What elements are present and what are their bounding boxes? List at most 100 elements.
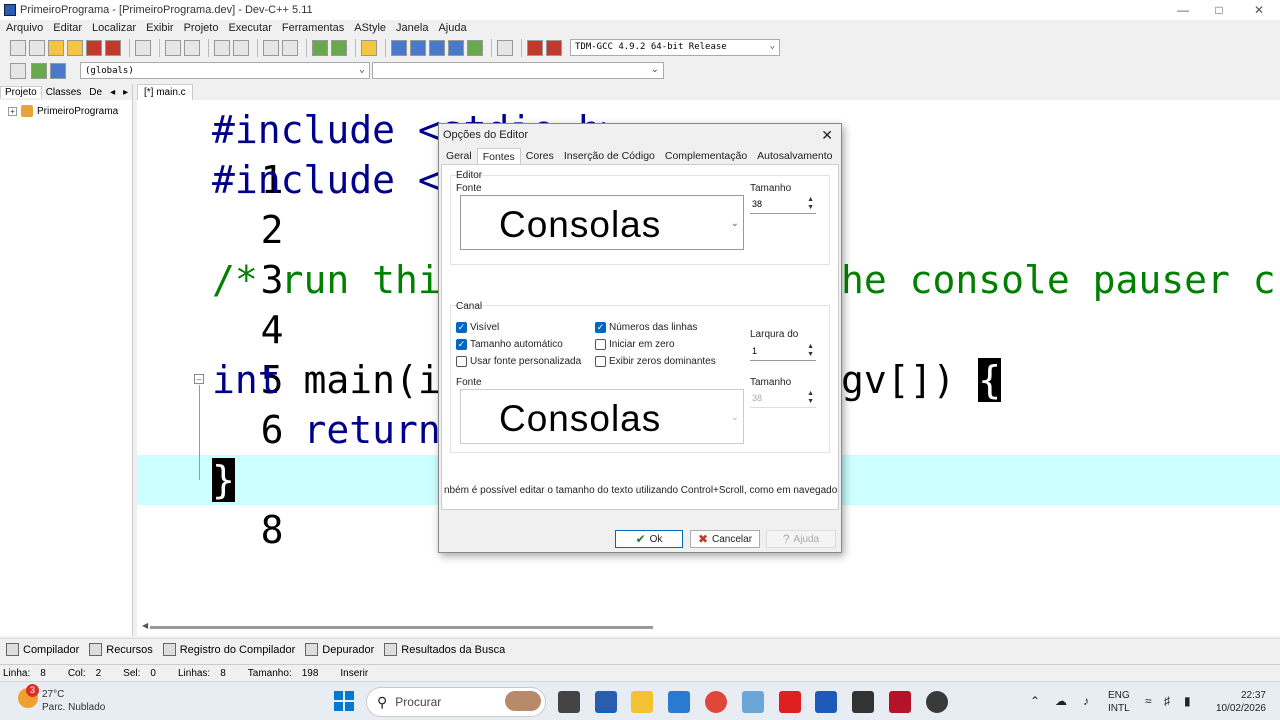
close-file-icon[interactable] [86,40,102,56]
language-indicator[interactable]: ENG INTL [1108,689,1130,715]
tab-fontes[interactable]: Fontes [476,148,521,164]
devcpp-taskbar-icon[interactable] [595,691,617,713]
close-icon[interactable]: ✕ [821,127,833,144]
tab-autosalvamento[interactable]: Autosalvamento [752,148,837,164]
volume-icon[interactable]: ♯ [1164,694,1170,708]
weather-widget[interactable]: 3 27°C Parc. Nublado [18,684,105,714]
run-icon[interactable] [410,40,426,56]
font-size-spinner[interactable]: 38 ▲ ▼ [750,196,816,214]
tab-insercao-codigo[interactable]: Inserção de Código [559,148,660,164]
unindent-icon[interactable] [282,40,298,56]
gutter-width-spinner[interactable]: 1 ▲ ▼ [750,343,816,361]
redo-icon[interactable] [184,40,200,56]
spinner-arrows-icon[interactable]: ▲ ▼ [807,196,814,212]
battery-icon[interactable]: ▮ [1184,694,1191,708]
check-syntax-icon[interactable] [467,40,483,56]
expand-icon[interactable]: + [8,106,17,116]
tab-registro-compilador[interactable]: Registro do Compilador [162,643,295,656]
chevron-up-icon[interactable]: ⌃ [1030,694,1040,708]
save-icon[interactable] [48,40,64,56]
tab-depurador[interactable]: Depurador [305,643,374,656]
rebuild-icon[interactable] [448,40,464,56]
stop-icon[interactable] [497,40,513,56]
word-icon[interactable] [815,691,837,713]
close-all-icon[interactable] [105,40,121,56]
goto-line-icon[interactable] [331,40,347,56]
menu-ajuda[interactable]: Ajuda [438,22,466,34]
tab-compilador[interactable]: Compilador [6,643,79,656]
tab-cores[interactable]: Cores [521,148,559,164]
class-goto-icon[interactable] [31,63,47,79]
member-select[interactable]: ⌄ [372,62,664,79]
spinner-arrows-icon[interactable]: ▲ ▼ [807,390,814,406]
compile-run-icon[interactable] [429,40,445,56]
maximize-button[interactable]: □ [1200,0,1238,20]
menu-exibir[interactable]: Exibir [146,22,174,34]
menu-editar[interactable]: Editar [53,22,82,34]
terminal-icon[interactable] [852,691,874,713]
fold-collapse-icon[interactable]: – [194,374,204,384]
goto-icon[interactable] [312,40,328,56]
menu-arquivo[interactable]: Arquivo [6,22,43,34]
profile-chart-icon[interactable] [527,40,543,56]
onedrive-icon[interactable]: ☁ [1055,694,1067,708]
ok-button[interactable]: ✔ Ok [615,530,683,548]
editor-tab-main[interactable]: [*] main.c [137,84,193,100]
menu-astyle[interactable]: AStyle [354,22,386,34]
replace-icon[interactable] [233,40,249,56]
checkbox-tamanho-automatico[interactable]: ✓ Tamanho automático [456,339,563,350]
tab-debug[interactable]: De [85,87,106,98]
help-button[interactable]: ? Ajuda [766,530,836,548]
checkbox-numeros-linhas[interactable]: ✓ Números das linhas [595,322,697,333]
intellij-icon[interactable] [889,691,911,713]
file-explorer-icon[interactable] [631,691,653,713]
compile-icon[interactable] [391,40,407,56]
tab-complementacao[interactable]: Complementação [660,148,752,164]
microphone-icon[interactable]: ♪ [1083,694,1089,708]
tab-scroll-left-icon[interactable]: ◂ [106,87,119,98]
vscode-icon[interactable] [668,691,690,713]
print-icon[interactable] [135,40,151,56]
class-insert-icon[interactable] [10,63,26,79]
menu-localizar[interactable]: Localizar [92,22,136,34]
indent-icon[interactable] [263,40,279,56]
compiler-select[interactable]: TDM-GCC 4.9.2 64-bit Release ⌄ [570,39,780,56]
minimize-button[interactable]: — [1164,0,1202,20]
tab-projeto[interactable]: Projeto [0,86,42,98]
checkbox-iniciar-zero[interactable]: Iniciar em zero [595,339,675,350]
new-file-icon[interactable] [10,40,26,56]
paint-icon[interactable] [742,691,764,713]
menu-projeto[interactable]: Projeto [184,22,219,34]
wifi-icon[interactable]: ≈ [1145,694,1152,708]
cancel-button[interactable]: ✖ Cancelar [690,530,760,548]
chrome-icon[interactable] [705,691,727,713]
gutter-size-spinner[interactable]: 38 ▲ ▼ [750,390,816,408]
project-tree-item[interactable]: + PrimeiroPrograma [0,105,132,117]
close-window-button[interactable]: ✕ [1240,0,1278,20]
save-all-icon[interactable] [67,40,83,56]
tab-recursos[interactable]: Recursos [89,643,153,656]
checkbox-visivel[interactable]: ✓ Visível [456,322,499,333]
tab-geral[interactable]: Geral [441,148,477,164]
tab-scroll-right-icon[interactable]: ▸ [119,87,132,98]
checkbox-zeros-dominantes[interactable]: Exibir zeros dominantes [595,356,716,367]
tab-classes[interactable]: Classes [42,87,86,98]
project-options-icon[interactable] [361,40,377,56]
task-view-icon[interactable] [558,691,580,713]
clock[interactable]: 22:37 10/02/2026 [1210,689,1266,715]
gutter-font-select[interactable]: Consolas ⌄ [460,389,744,444]
scroll-left-icon[interactable]: ◀ [142,621,148,630]
font-select[interactable]: Consolas ⌄ [460,195,744,250]
youtube-icon[interactable] [779,691,801,713]
undo-icon[interactable] [165,40,181,56]
scope-select[interactable]: (globals) ⌄ [80,62,370,79]
tab-resultados-busca[interactable]: Resultados da Busca [384,643,505,656]
menu-ferramentas[interactable]: Ferramentas [282,22,344,34]
menu-janela[interactable]: Janela [396,22,428,34]
start-button[interactable] [334,691,354,711]
debug-icon[interactable] [546,40,562,56]
checkbox-usar-fonte[interactable]: Usar fonte personalizada [456,356,581,367]
menu-executar[interactable]: Executar [228,22,271,34]
open-file-icon[interactable] [29,40,45,56]
github-desktop-icon[interactable] [926,691,948,713]
